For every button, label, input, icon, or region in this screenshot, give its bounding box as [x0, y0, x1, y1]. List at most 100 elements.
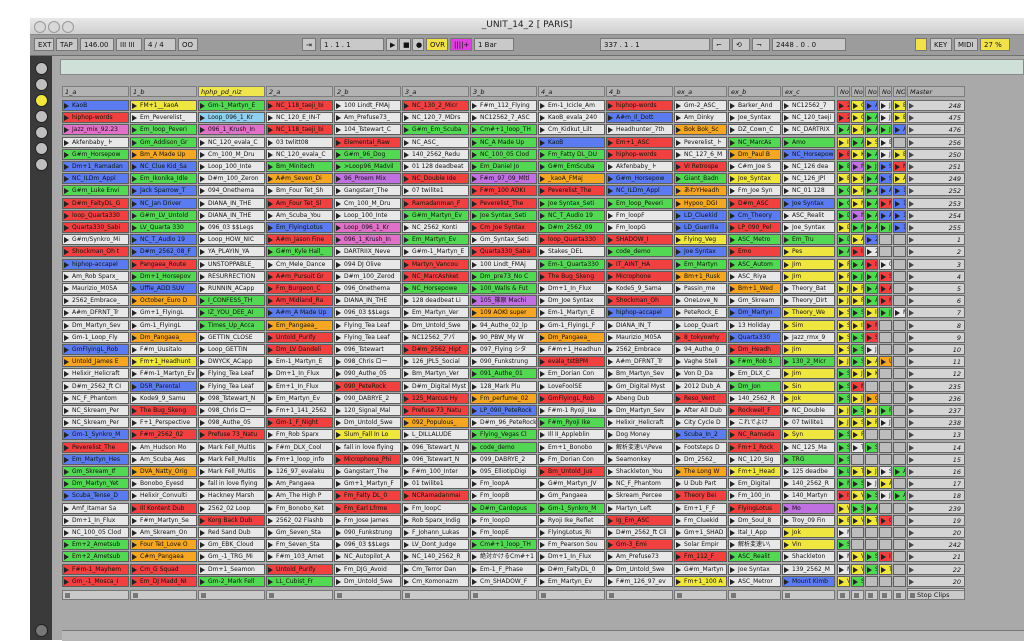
clip-slot[interactable]: NC_Horsepow — [782, 148, 835, 160]
clip-slot[interactable]: Gm_Skream — [728, 295, 781, 307]
clip-launch-icon[interactable] — [895, 176, 900, 183]
clip-launch-icon[interactable] — [540, 310, 545, 317]
clip-launch-icon[interactable] — [676, 456, 681, 463]
clip-slot[interactable]: Dm+1_In_Flux — [538, 551, 605, 563]
clip-slot[interactable]: NC_T_Audio 19 — [130, 234, 197, 246]
clip-launch-icon[interactable] — [730, 103, 735, 109]
clip-slot[interactable]: Aut — [865, 209, 878, 221]
clip-slot[interactable]: 100 Lindt_FMAj — [334, 100, 401, 111]
clip-launch-icon[interactable] — [839, 517, 844, 524]
clip-slot[interactable]: Theory_We — [782, 307, 835, 319]
clip-slot[interactable]: Solar Empir — [674, 539, 727, 551]
clip-slot[interactable]: Gm_Syntax_Seti — [470, 234, 537, 246]
clip-slot[interactable]: Aut — [865, 283, 878, 294]
clip-slot[interactable]: Joe Syntax — [782, 197, 835, 209]
clip-launch-icon[interactable] — [200, 395, 205, 402]
clip-launch-icon[interactable] — [200, 493, 205, 500]
clip-slot[interactable]: D#m_2562_ft CI — [62, 380, 129, 392]
clip-slot[interactable]: Cm_SHADOW_F — [470, 575, 537, 587]
clip-launch-icon[interactable] — [540, 493, 545, 500]
clip-launch-icon[interactable] — [268, 261, 273, 268]
clip-slot[interactable]: Dm_Martyn_Yet — [62, 478, 129, 490]
clip-launch-icon[interactable] — [404, 164, 409, 170]
clip-launch-icon[interactable] — [853, 115, 858, 122]
clip-launch-icon[interactable] — [404, 542, 409, 549]
clip-slot[interactable]: G#m_Martyn_JV — [538, 478, 605, 490]
clip-stop-button[interactable] — [728, 590, 781, 600]
clip-launch-icon[interactable] — [676, 249, 681, 256]
clip-launch-icon[interactable] — [200, 408, 205, 414]
record-icon[interactable]: ● — [412, 38, 424, 51]
clip-slot[interactable]: Mo — [851, 209, 864, 221]
clip-slot[interactable]: Jim — [782, 270, 835, 282]
clip-launch-icon[interactable] — [608, 334, 613, 341]
clip-launch-icon[interactable] — [784, 188, 789, 195]
clip-slot[interactable]: Peverelist_ト — [674, 136, 727, 148]
clip-launch-icon[interactable] — [64, 493, 69, 500]
clip-launch-icon[interactable] — [608, 212, 613, 219]
clip-slot[interactable]: loop_Quarta330 — [62, 209, 129, 221]
clip-launch-icon[interactable] — [404, 225, 409, 231]
clip-launch-icon[interactable] — [200, 164, 205, 170]
clip-launch-icon[interactable] — [730, 359, 735, 366]
clip-launch-icon[interactable] — [540, 383, 545, 390]
clip-slot[interactable]: Em+1_Bonobo — [538, 441, 605, 453]
clip-slot[interactable]: Flying_Tea Leaf — [198, 380, 265, 392]
clip-launch-icon[interactable] — [404, 249, 409, 256]
clip-slot[interactable]: Peverelist_The — [538, 185, 605, 197]
clip-launch-icon[interactable] — [676, 420, 681, 427]
clip-slot[interactable]: Gm+1_Martyn_F — [334, 478, 401, 490]
empty-clip-slot[interactable] — [893, 417, 906, 429]
clip-slot[interactable]: Ig_Em_ASC — [606, 514, 673, 526]
clip-slot[interactable]: Cm#+1_loop_TH — [470, 124, 537, 136]
clip-slot[interactable]: And — [865, 124, 878, 136]
clip-launch-icon[interactable] — [540, 200, 545, 207]
clip-slot[interactable]: Akfenbaby_ト — [62, 136, 129, 148]
clip-slot[interactable]: Cm#+1_loop_TH — [470, 539, 537, 551]
track-header[interactable]: 3_b — [470, 86, 537, 97]
clip-launch-icon[interactable] — [839, 469, 844, 475]
clip-launch-icon[interactable] — [540, 151, 545, 158]
empty-clip-slot[interactable] — [879, 392, 892, 404]
clip-launch-icon[interactable] — [730, 127, 735, 134]
clip-slot[interactable]: 150 — [893, 185, 906, 197]
clip-launch-icon[interactable] — [404, 554, 409, 561]
clip-slot[interactable]: Theory Bei — [674, 490, 727, 502]
clip-launch-icon[interactable] — [268, 566, 273, 573]
clip-slot[interactable]: Em-1_Martyn_E — [266, 356, 333, 368]
clip-slot[interactable]: DIANA_IN_THE — [198, 209, 265, 221]
empty-clip-slot[interactable] — [893, 551, 906, 563]
clip-launch-icon[interactable] — [608, 176, 613, 183]
clip-launch-icon[interactable] — [64, 310, 69, 317]
clip-launch-icon[interactable] — [472, 420, 477, 427]
clip-launch-icon[interactable] — [268, 456, 273, 463]
clip-launch-icon[interactable] — [64, 176, 69, 183]
clip-launch-icon[interactable] — [895, 493, 900, 500]
clip-launch-icon[interactable] — [64, 359, 69, 366]
clip-slot[interactable]: Gm_-1_Mosca_I — [62, 575, 129, 587]
clip-launch-icon[interactable] — [200, 383, 205, 390]
empty-clip-slot[interactable] — [893, 368, 906, 380]
scene-launch-icon[interactable] — [909, 225, 914, 231]
clip-launch-icon[interactable] — [404, 298, 409, 305]
clip-slot[interactable]: Skn — [851, 575, 864, 587]
clip-slot[interactable]: Alle — [893, 124, 906, 136]
clip-launch-icon[interactable] — [730, 347, 735, 353]
clip-launch-icon[interactable] — [404, 273, 409, 280]
clip-launch-icon[interactable] — [853, 505, 858, 512]
clip-slot[interactable]: Aut — [893, 173, 906, 185]
clip-slot[interactable]: Bm_Minitech — [266, 161, 333, 172]
clip-slot[interactable]: And — [851, 234, 864, 246]
clip-slot[interactable]: GETTIN_CLOSE — [198, 331, 265, 343]
quantize-menu[interactable]: 1 Bar — [474, 38, 514, 51]
clip-launch-icon[interactable] — [839, 542, 844, 549]
clip-launch-icon[interactable] — [839, 456, 844, 463]
clip-launch-icon[interactable] — [867, 127, 872, 134]
clip-launch-icon[interactable] — [881, 200, 886, 207]
clip-launch-icon[interactable] — [676, 481, 681, 488]
clip-launch-icon[interactable] — [895, 151, 900, 158]
clip-launch-icon[interactable] — [64, 530, 69, 536]
clip-slot[interactable]: G#m_96_Dog — [334, 148, 401, 160]
clip-launch-icon[interactable] — [839, 322, 844, 329]
clip-launch-icon[interactable] — [472, 115, 477, 122]
